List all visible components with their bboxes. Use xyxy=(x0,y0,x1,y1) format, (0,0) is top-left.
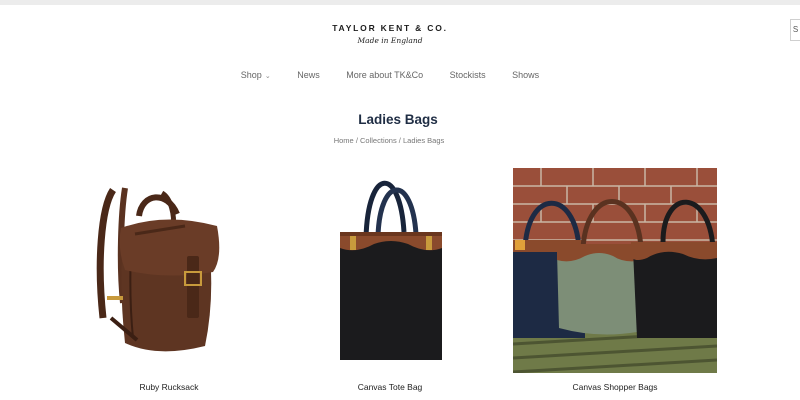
product-image-shoppers[interactable] xyxy=(513,168,717,373)
product-card[interactable]: Canvas Shopper Bags xyxy=(513,168,717,400)
breadcrumb-home[interactable]: Home xyxy=(334,136,354,145)
side-tab[interactable]: S xyxy=(790,19,800,41)
breadcrumb-separator: / xyxy=(355,136,358,145)
nav-item-more-about[interactable]: More about TK&Co xyxy=(346,70,423,80)
breadcrumb-current: Ladies Bags xyxy=(402,136,445,145)
top-bar xyxy=(0,0,800,5)
brand-tagline: Made in England xyxy=(357,36,423,45)
breadcrumb-separator: / xyxy=(398,136,401,145)
nav-item-news[interactable]: News xyxy=(297,70,320,80)
product-image-tote[interactable] xyxy=(288,168,492,373)
product-name[interactable]: Canvas Shopper Bags xyxy=(513,382,717,392)
nav-item-shop[interactable]: Shop ⌄ xyxy=(241,70,271,80)
brand-name: TAYLOR KENT & CO. xyxy=(332,23,448,33)
product-card[interactable]: Ruby Rucksack xyxy=(67,168,271,400)
breadcrumb: Home / Collections / Ladies Bags xyxy=(0,136,778,145)
breadcrumb-collections[interactable]: Collections xyxy=(360,136,397,145)
nav-item-label: Shop xyxy=(240,70,262,80)
main-nav: Shop ⌄ News More about TK&Co Stockists Sh… xyxy=(0,70,780,80)
product-card[interactable]: Canvas Tote Bag xyxy=(288,168,492,400)
product-name[interactable]: Ruby Rucksack xyxy=(67,382,271,392)
page-title: Ladies Bags xyxy=(358,112,438,127)
nav-item-shows[interactable]: Shows xyxy=(512,70,539,80)
product-image-rucksack[interactable] xyxy=(67,168,271,373)
brand-logo[interactable]: TAYLOR KENT & CO. Made in England xyxy=(0,23,780,45)
chevron-down-icon: ⌄ xyxy=(264,73,271,80)
product-name[interactable]: Canvas Tote Bag xyxy=(288,382,492,392)
nav-item-stockists[interactable]: Stockists xyxy=(450,70,486,80)
